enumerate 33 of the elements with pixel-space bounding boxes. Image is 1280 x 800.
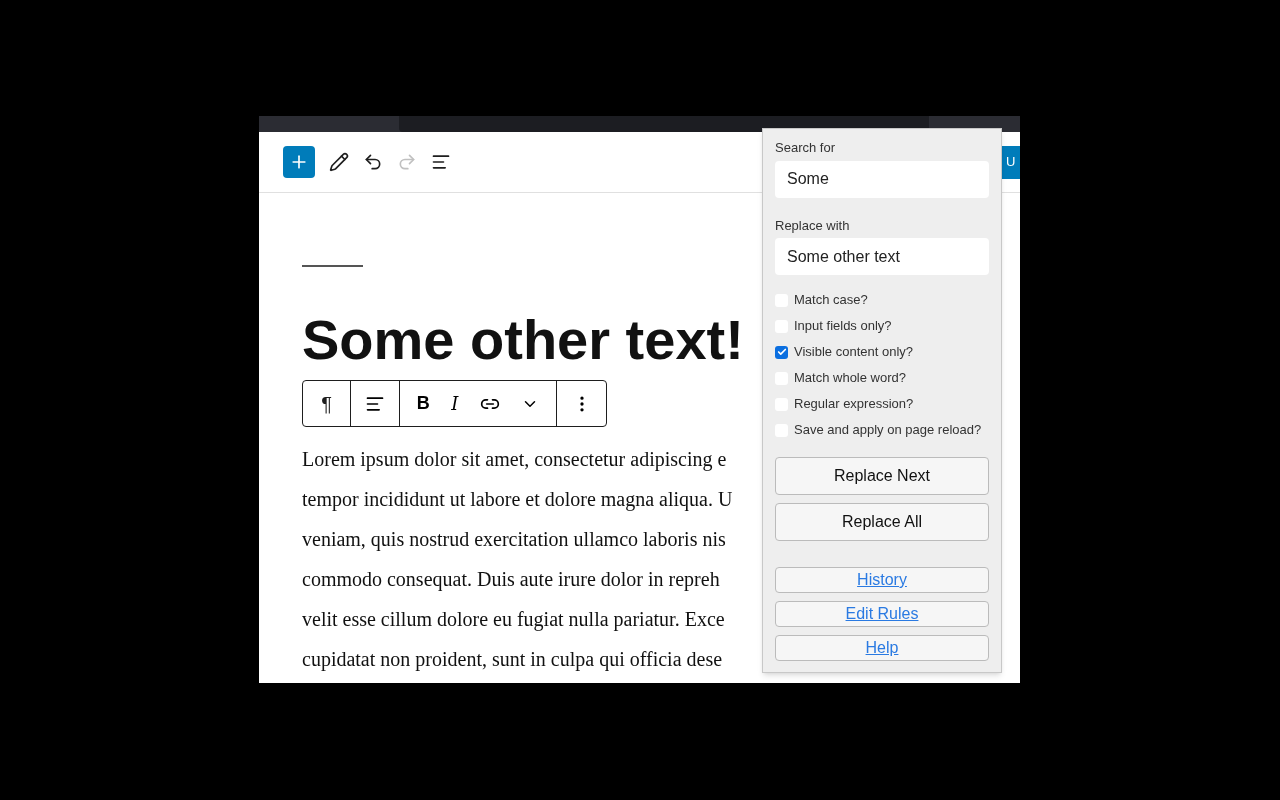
option-label: Visible content only?	[794, 343, 913, 362]
bold-button[interactable]: B	[416, 390, 430, 417]
italic-button[interactable]: I	[451, 390, 459, 417]
option-label: Regular expression?	[794, 395, 914, 414]
replace-button[interactable]: Replace Next	[775, 457, 989, 495]
option-label: Input fields only?	[794, 317, 892, 336]
search-field[interactable]: Some	[775, 160, 989, 198]
option-label: Match case?	[794, 291, 868, 310]
checkbox[interactable]	[775, 345, 788, 359]
list-view-icon[interactable]	[431, 152, 451, 172]
replace-button[interactable]: Replace All	[775, 503, 989, 541]
paragraph-line: veniam, quis nostrud exercitation ullamco laboris nis	[302, 527, 726, 553]
option-label: Match whole word?	[794, 369, 906, 388]
link-button[interactable]: Help	[775, 635, 989, 661]
paragraph-line: commodo consequat. Duis aute irure dolor in repreh	[302, 567, 720, 593]
address-field[interactable]	[399, 116, 929, 132]
separator-line	[302, 265, 363, 267]
paragraph-line: velit esse cillum dolore eu fugiat nulla pariatur. Exce	[302, 607, 725, 633]
link-button[interactable]: Edit Rules	[775, 601, 989, 627]
replace-field[interactable]: Some other text	[775, 238, 989, 275]
paragraph-line: Lorem ipsum dolor sit amet, consectetur adipiscing e	[302, 447, 727, 473]
replace-label: Replace with	[775, 216, 851, 235]
add-block-button[interactable]	[283, 146, 315, 178]
paragraph-line: cupidatat non proident, sunt in culpa qui officia dese	[302, 647, 723, 673]
undo-icon[interactable]	[363, 152, 383, 172]
search-label: Search for	[775, 139, 836, 157]
paragraph-line: tempor incididunt ut labore et dolore magna aliqua. U	[302, 487, 733, 513]
option-label: Save and apply on page reload?	[794, 421, 982, 440]
paragraph-button[interactable]: ¶	[303, 381, 351, 426]
pencil-icon[interactable]	[329, 152, 349, 172]
heading: Some other text!	[302, 307, 744, 373]
update-button[interactable]: U	[1000, 145, 1020, 179]
link-button[interactable]: History	[775, 567, 989, 593]
